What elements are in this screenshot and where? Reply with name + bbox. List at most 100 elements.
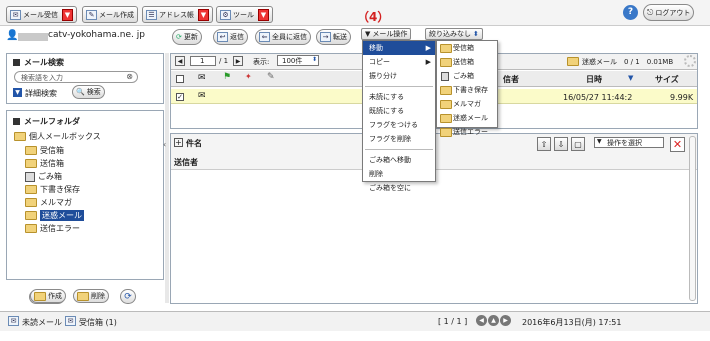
dropdown-arrow-icon: ▼ xyxy=(365,30,371,38)
refresh-button[interactable]: ⟳ 更新 xyxy=(172,29,202,45)
folder-icon xyxy=(567,57,579,66)
folder-item-drafts[interactable]: 下書き保存 xyxy=(25,184,80,195)
menu-item-move-to-trash[interactable]: ごみ箱へ移動 xyxy=(363,153,435,167)
status-datetime: 2016年6月13日(月) 17:51 xyxy=(522,318,622,327)
submenu-item-send-error[interactable]: 送信エラー xyxy=(437,125,497,139)
unread-mail-link[interactable]: 未読メール xyxy=(22,317,62,328)
display-count-value: 100件 xyxy=(282,57,303,65)
inbox-link[interactable]: 受信箱 (1) xyxy=(79,317,117,328)
status-up-icon[interactable]: ▲ xyxy=(488,315,499,326)
menu-item-delete[interactable]: 削除 xyxy=(363,167,435,181)
search-input[interactable]: 検索語を入力 ⊗ xyxy=(14,71,138,83)
submenu-item-trash[interactable]: ごみ箱 xyxy=(437,69,497,83)
next-page-icon[interactable]: ▶ xyxy=(233,56,243,66)
delete-folder-button[interactable]: 削除 xyxy=(73,289,109,303)
user-icon: 👤 xyxy=(6,30,19,41)
folder-icon xyxy=(440,128,452,137)
submenu-item-spam[interactable]: 迷惑メール xyxy=(437,111,497,125)
tools-button[interactable]: ⚙ ツール ▼ xyxy=(216,6,273,23)
compose-mail-button[interactable]: ✎ メール作成 xyxy=(82,6,138,23)
collapse-arrow-icon[interactable]: ‹ xyxy=(163,140,166,149)
read-status-icon: ✉ xyxy=(198,73,206,83)
folder-item-spam[interactable]: 迷惑メール xyxy=(25,210,84,221)
row-size: 9.99K xyxy=(670,93,694,102)
folder-item-sent[interactable]: 送信箱 xyxy=(25,158,64,169)
sort-desc-icon[interactable]: ▼ xyxy=(628,74,633,82)
menu-item-mark-read[interactable]: 既読にする xyxy=(363,104,435,118)
folder-root[interactable]: 個人メールボックス xyxy=(14,131,101,142)
menu-item-copy[interactable]: コピー ▶ xyxy=(363,55,435,69)
menu-item-remove-flag[interactable]: フラグを削除 xyxy=(363,132,435,146)
reply-button[interactable]: ↩ 返信 xyxy=(213,29,248,45)
folder-item-trash[interactable]: ごみ箱 xyxy=(25,171,62,182)
attachment-icon: ✎ xyxy=(267,72,275,82)
account-email-redacted xyxy=(18,33,48,41)
submenu-arrow-icon: ▶ xyxy=(425,44,431,52)
select-arrow-icon: ⬍ xyxy=(473,30,479,38)
folder-panel-title: メールフォルダ xyxy=(24,117,80,126)
create-folder-label: 作成 xyxy=(48,292,62,300)
logout-label: ログアウト xyxy=(655,8,691,17)
mail-ops-button[interactable]: ▼ メール操作 xyxy=(361,28,412,40)
submenu-item-sent[interactable]: 送信箱 xyxy=(437,55,497,69)
folder-refresh-icon[interactable]: ⟳ xyxy=(120,289,136,304)
menu-item-add-flag[interactable]: フラグをつける xyxy=(363,118,435,132)
menu-item-label: 移動 xyxy=(369,44,383,52)
column-sender[interactable]: 信者 xyxy=(503,74,519,85)
menu-item-move[interactable]: 移動 ▶ xyxy=(363,41,435,55)
address-book-button[interactable]: ☰ アドレス帳 ▼ xyxy=(142,6,213,23)
search-panel-title: メール検索 xyxy=(24,58,64,67)
status-prev-icon[interactable]: ◀ xyxy=(476,315,487,326)
search-button[interactable]: 🔍 検索 xyxy=(72,85,105,99)
filter-select[interactable]: 絞り込みなし ⬍ xyxy=(425,28,483,40)
new-window-icon[interactable]: ▢ xyxy=(571,137,585,151)
folder-status: 迷惑メール 0 / 1 0.01MB xyxy=(582,58,674,66)
search-icon: 🔍 xyxy=(76,88,85,96)
dropdown-arrow-icon[interactable]: ▼ xyxy=(198,8,209,21)
operation-select[interactable]: ▼ 操作を選択 xyxy=(594,137,664,148)
row-checkbox[interactable]: ✓ xyxy=(176,93,184,101)
pane-splitter[interactable] xyxy=(165,53,169,303)
folder-item-send-error[interactable]: 送信エラー xyxy=(25,223,80,234)
menu-item-label: ごみ箱へ移動 xyxy=(369,156,411,164)
submenu-item-magazine[interactable]: メルマガ xyxy=(437,97,497,111)
prev-page-icon[interactable]: ◀ xyxy=(175,56,185,66)
menu-item-mark-unread[interactable]: 未読にする xyxy=(363,90,435,104)
dropdown-arrow-icon[interactable]: ▼ xyxy=(62,8,73,21)
submenu-item-label: 迷惑メール xyxy=(453,114,488,122)
receive-mail-button[interactable]: ✉ メール受信 ▼ xyxy=(6,6,77,23)
submenu-item-inbox[interactable]: 受信箱 xyxy=(437,41,497,55)
display-count-select[interactable]: 100件 ⬍ xyxy=(277,55,319,66)
clear-icon[interactable]: ⊗ xyxy=(126,72,133,81)
delete-mail-icon[interactable]: ✕ xyxy=(670,137,685,152)
mail-ops-menu: 移動 ▶ コピー ▶ 振り分け 未読にする 既読にする フラグをつける フラグを削除… xyxy=(362,40,436,192)
prev-mail-icon[interactable]: ⇧ xyxy=(537,137,551,151)
select-arrow-icon: ⬍ xyxy=(311,56,317,63)
menu-item-empty-trash[interactable]: ごみ箱を空に xyxy=(363,181,435,195)
preview-scrollbar[interactable] xyxy=(689,136,696,301)
folder-item-label: ごみ箱 xyxy=(38,172,62,181)
submenu-item-drafts[interactable]: 下書き保存 xyxy=(437,83,497,97)
advanced-search-link[interactable]: 詳細検索 xyxy=(25,88,57,99)
logout-icon: ⎋ xyxy=(647,7,654,17)
menu-item-sort[interactable]: 振り分け xyxy=(363,69,435,83)
folder-item-inbox[interactable]: 受信箱 xyxy=(25,145,64,156)
column-date[interactable]: 日時 xyxy=(586,74,602,85)
folder-item-label: メルマガ xyxy=(40,198,72,207)
logout-button[interactable]: ⎋ ログアウト xyxy=(643,4,695,21)
create-folder-button-bottom[interactable]: 作成 xyxy=(30,289,66,303)
forward-button[interactable]: → 転送 xyxy=(316,29,351,45)
status-next-icon[interactable]: ▶ xyxy=(500,315,511,326)
next-mail-icon[interactable]: ⇩ xyxy=(554,137,568,151)
select-all-checkbox[interactable] xyxy=(176,75,184,83)
help-icon[interactable]: ? xyxy=(623,5,638,20)
folder-item-magazine[interactable]: メルマガ xyxy=(25,197,72,208)
folder-icon xyxy=(440,44,452,53)
expand-plus-icon[interactable]: + xyxy=(174,138,183,147)
annotation-label: （4） xyxy=(357,10,390,24)
page-input[interactable]: 1 xyxy=(190,56,216,66)
column-size[interactable]: サイズ xyxy=(655,74,679,85)
advanced-search-arrow-icon[interactable]: ▼ xyxy=(13,88,22,97)
reply-all-button[interactable]: ⇐ 全員に返信 xyxy=(255,29,311,45)
dropdown-arrow-icon[interactable]: ▼ xyxy=(258,8,269,21)
